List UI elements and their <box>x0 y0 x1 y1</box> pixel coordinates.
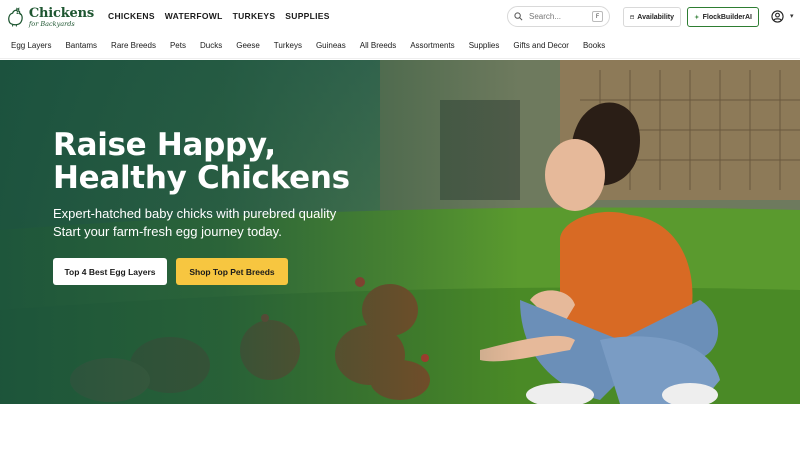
hero-subtitle-line2: Start your farm-fresh egg journey today. <box>53 224 282 239</box>
category-assortments[interactable]: Assortments <box>410 41 454 50</box>
main-nav-supplies[interactable]: SUPPLIES <box>285 11 329 21</box>
category-all-breeds[interactable]: All Breeds <box>360 41 396 50</box>
category-egg-layers[interactable]: Egg Layers <box>11 41 51 50</box>
hero-title-line1: Raise Happy, <box>53 127 276 163</box>
category-supplies[interactable]: Supplies <box>469 41 500 50</box>
sparkle-icon <box>694 14 700 20</box>
account-icon[interactable] <box>771 10 784 23</box>
main-nav-waterfowl[interactable]: WATERFOWL <box>165 11 223 21</box>
availability-button[interactable]: Availability <box>623 7 681 27</box>
page-content-area <box>0 404 800 450</box>
hero-title-line2: Healthy Chickens <box>53 160 350 196</box>
category-bantams[interactable]: Bantams <box>65 41 97 50</box>
hero-subtitle-line1: Expert-hatched baby chicks with purebred… <box>53 206 337 221</box>
best-egg-layers-button[interactable]: Top 4 Best Egg Layers <box>53 258 167 285</box>
flockbuilder-button[interactable]: FlockBuilderAI <box>687 7 759 27</box>
category-turkeys[interactable]: Turkeys <box>274 41 302 50</box>
main-nav-turkeys[interactable]: TURKEYS <box>233 11 276 21</box>
pet-breeds-button[interactable]: Shop Top Pet Breeds <box>176 258 288 285</box>
main-nav-chickens[interactable]: CHICKENS <box>108 11 155 21</box>
search-box[interactable]: Search... F <box>507 6 610 27</box>
category-geese[interactable]: Geese <box>236 41 260 50</box>
site-header: Chickens for Backyards CHICKENS WATERFOW… <box>0 0 800 33</box>
search-icon <box>514 12 523 21</box>
site-logo[interactable]: Chickens for Backyards <box>4 4 94 30</box>
category-rare-breeds[interactable]: Rare Breeds <box>111 41 156 50</box>
main-nav: CHICKENS WATERFOWL TURKEYS SUPPLIES <box>108 11 330 21</box>
brand-name: Chickens <box>28 5 94 21</box>
category-nav: Egg Layers Bantams Rare Breeds Pets Duck… <box>0 33 800 59</box>
search-shortcut-key: F <box>592 11 603 22</box>
calendar-icon <box>630 15 635 19</box>
hero-subtitle: Expert-hatched baby chicks with purebred… <box>53 205 393 241</box>
hero-banner: Raise Happy, Healthy Chickens Expert-hat… <box>0 60 800 404</box>
category-guineas[interactable]: Guineas <box>316 41 346 50</box>
hero-title: Raise Happy, Healthy Chickens <box>53 129 413 195</box>
brand-tagline: for Backyards <box>28 19 75 28</box>
category-books[interactable]: Books <box>583 41 605 50</box>
category-gifts-and-decor[interactable]: Gifts and Decor <box>513 41 569 50</box>
search-placeholder: Search... <box>529 12 562 21</box>
availability-label: Availability <box>637 13 674 21</box>
flockbuilder-label: FlockBuilderAI <box>702 13 752 21</box>
category-pets[interactable]: Pets <box>170 41 186 50</box>
chicken-logo-icon <box>8 7 23 27</box>
chevron-down-icon[interactable]: ▾ <box>790 12 794 20</box>
category-ducks[interactable]: Ducks <box>200 41 222 50</box>
